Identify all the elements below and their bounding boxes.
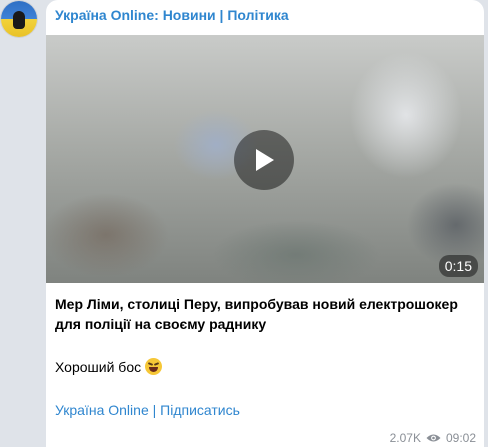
- play-icon: [256, 149, 274, 171]
- post-headline: Мер Ліми, столиці Перу, випробував новий…: [55, 296, 458, 332]
- video-duration: 0:15: [438, 255, 478, 277]
- channel-title[interactable]: Україна Online: Новини | Політика: [55, 7, 289, 23]
- video-thumbnail[interactable]: 0:15: [46, 35, 484, 283]
- channel-avatar[interactable]: [1, 1, 37, 37]
- eye-icon: [426, 434, 441, 442]
- subscribe-link[interactable]: Україна Online | Підписатись: [55, 400, 475, 420]
- views-count: 2.07K: [389, 431, 421, 445]
- message-bubble: Україна Online: Новини | Політика 0:15 М…: [46, 0, 484, 447]
- post-comment-text: Хороший бос: [55, 359, 142, 375]
- message-time: 09:02: [445, 431, 476, 445]
- channel-logo-mark: [13, 11, 25, 29]
- post-comment: Хороший бос: [55, 357, 475, 377]
- laughing-with-tears-icon: [145, 358, 163, 375]
- play-button[interactable]: [234, 130, 294, 190]
- message-footer: 2.07K 09:02: [390, 431, 476, 445]
